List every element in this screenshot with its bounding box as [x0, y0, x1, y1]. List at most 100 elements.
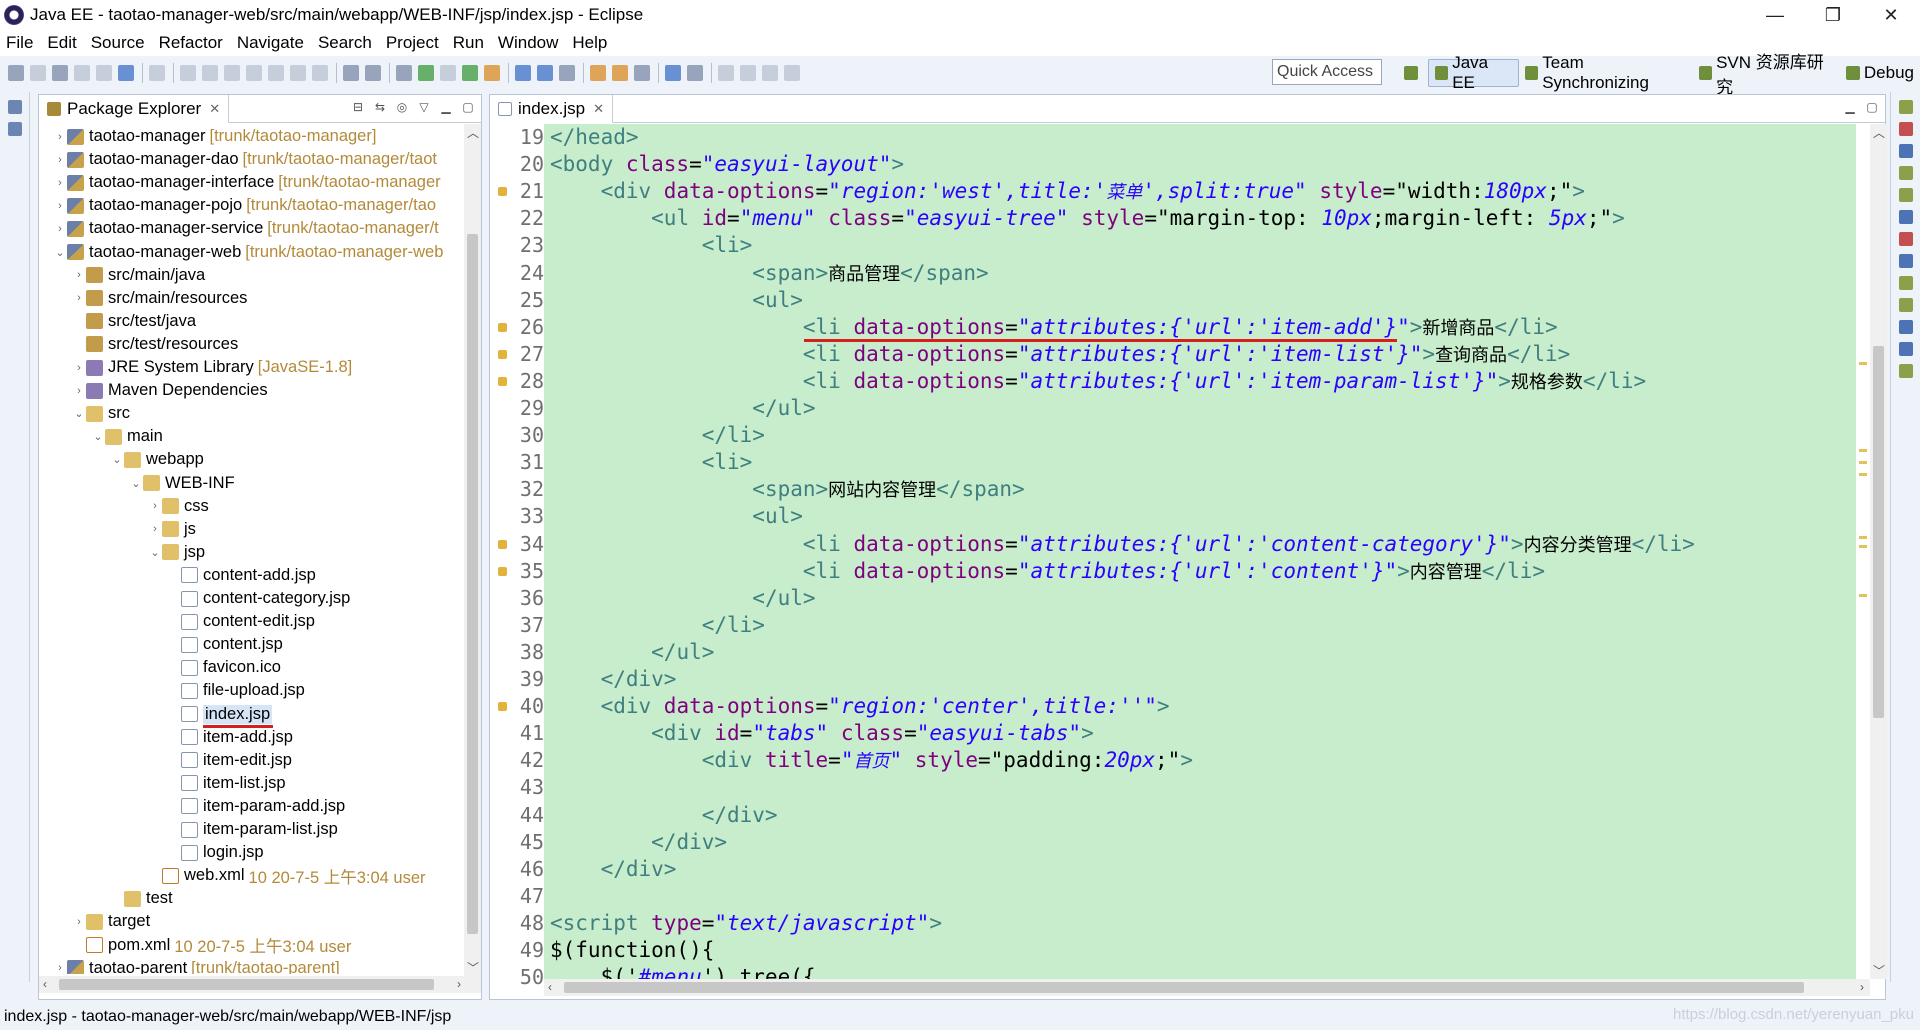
- tree-item[interactable]: › taotao-manager-dao [trunk/taotao-manager…: [53, 148, 437, 171]
- menu-run[interactable]: Run: [453, 33, 484, 53]
- tree-item[interactable]: ⌄ webapp: [110, 448, 203, 471]
- tree-item[interactable]: content-category.jsp: [167, 587, 350, 610]
- refresh-icon[interactable]: [687, 65, 703, 81]
- open-type-icon[interactable]: [590, 65, 606, 81]
- tree-item[interactable]: › taotao-manager-interface [trunk/taotao-m…: [53, 171, 440, 194]
- step-return-icon[interactable]: [312, 65, 328, 81]
- scroll-thumb[interactable]: [564, 982, 1804, 993]
- expand-arrow-icon[interactable]: ›: [53, 177, 67, 189]
- tree-item[interactable]: content-edit.jsp: [167, 610, 315, 633]
- expand-arrow-icon[interactable]: ›: [72, 385, 86, 397]
- markers-view-icon[interactable]: [1898, 122, 1913, 136]
- collapse-arrow-icon[interactable]: ⌄: [91, 430, 105, 443]
- tree-item[interactable]: › JRE System Library [JavaSE-1.8]: [72, 356, 352, 379]
- new-java-project-icon[interactable]: [515, 65, 531, 81]
- close-icon[interactable]: ✕: [209, 101, 220, 117]
- warning-marker[interactable]: [1859, 461, 1867, 464]
- terminate-icon[interactable]: [224, 65, 240, 81]
- suspend-icon[interactable]: [202, 65, 218, 81]
- tree-item[interactable]: ⌄ jsp: [148, 541, 205, 564]
- expand-arrow-icon[interactable]: ›: [148, 500, 162, 512]
- expand-arrow-icon[interactable]: ›: [53, 154, 67, 166]
- perspective-java-ee[interactable]: Java EE: [1428, 53, 1519, 92]
- console-icon[interactable]: [118, 65, 134, 81]
- tree-item[interactable]: › src/main/java: [72, 264, 205, 287]
- scroll-down-icon[interactable]: ﹀: [1873, 962, 1885, 979]
- collapse-arrow-icon[interactable]: ⌄: [129, 477, 143, 490]
- resume-icon[interactable]: [180, 65, 196, 81]
- scroll-down-icon[interactable]: ﹀: [467, 959, 479, 976]
- save-all-icon[interactable]: [96, 65, 112, 81]
- servers-view-icon[interactable]: [1898, 166, 1913, 180]
- next-annotation-icon[interactable]: [718, 65, 734, 81]
- tree-item[interactable]: src/test/java: [72, 310, 196, 333]
- new-class-icon[interactable]: [559, 65, 575, 81]
- warning-icon[interactable]: [498, 349, 507, 359]
- outline-view-icon[interactable]: [7, 122, 22, 136]
- forward-icon[interactable]: [784, 65, 800, 81]
- tree-item[interactable]: › Maven Dependencies: [72, 379, 267, 402]
- warning-icon[interactable]: [498, 566, 507, 576]
- skip-breakpoints-icon[interactable]: [149, 65, 165, 81]
- tree-item[interactable]: item-add.jsp: [167, 726, 293, 749]
- menu-file[interactable]: File: [6, 33, 33, 53]
- snippets-view-icon[interactable]: [1898, 210, 1913, 224]
- new-package-icon[interactable]: [537, 65, 553, 81]
- maximize-view-icon[interactable]: ▢: [1865, 100, 1879, 114]
- menu-source[interactable]: Source: [91, 33, 145, 53]
- warning-marker[interactable]: [1859, 362, 1867, 365]
- progress-view-icon[interactable]: [1898, 276, 1913, 290]
- scroll-thumb[interactable]: [467, 234, 478, 934]
- collapse-all-icon[interactable]: ⊟: [351, 100, 365, 114]
- data-source-icon[interactable]: [1898, 188, 1913, 202]
- warning-icon[interactable]: [498, 187, 507, 197]
- warning-icon[interactable]: [498, 702, 507, 712]
- previous-annotation-icon[interactable]: [740, 65, 756, 81]
- problems-view-icon[interactable]: [1898, 232, 1913, 246]
- console-view-icon[interactable]: [1898, 254, 1913, 268]
- expand-arrow-icon[interactable]: ›: [72, 362, 86, 374]
- tree-horizontal-scrollbar[interactable]: ‹ ›: [39, 976, 481, 993]
- menu-search[interactable]: Search: [318, 33, 372, 53]
- tree-item[interactable]: file-upload.jsp: [167, 679, 305, 702]
- editor-horizontal-scrollbar[interactable]: ‹ ›: [544, 979, 1870, 996]
- tree-item[interactable]: › src/main/resources: [72, 287, 247, 310]
- tab-index-jsp[interactable]: index.jsp ✕: [490, 94, 614, 123]
- warning-icon[interactable]: [498, 376, 507, 386]
- menu-edit[interactable]: Edit: [47, 33, 76, 53]
- tree-item[interactable]: item-list.jsp: [167, 772, 286, 795]
- expand-arrow-icon[interactable]: ›: [53, 200, 67, 212]
- tree-item[interactable]: ⌄ taotao-manager-web [trunk/taotao-manager…: [53, 241, 443, 264]
- scroll-up-icon[interactable]: ︿: [1873, 124, 1885, 141]
- tree-item[interactable]: pom.xml 10 20-7-5 上午3:04 user: [72, 934, 351, 957]
- collapse-arrow-icon[interactable]: ⌄: [148, 546, 162, 559]
- minimize-button[interactable]: —: [1746, 0, 1804, 30]
- scroll-left-icon[interactable]: ‹: [548, 980, 552, 994]
- minimize-view-icon[interactable]: ▁: [439, 100, 453, 114]
- tree-item[interactable]: test: [110, 887, 173, 910]
- expand-arrow-icon[interactable]: ›: [53, 962, 67, 974]
- collapse-arrow-icon[interactable]: ⌄: [110, 453, 124, 466]
- scroll-up-icon[interactable]: ︿: [467, 124, 479, 141]
- save-icon[interactable]: [74, 65, 90, 81]
- tree-item[interactable]: item-param-list.jsp: [167, 818, 338, 841]
- tree-item[interactable]: content.jsp: [167, 633, 283, 656]
- tree-item[interactable]: › target: [72, 910, 150, 933]
- collapse-arrow-icon[interactable]: ⌄: [72, 407, 86, 420]
- globe-icon[interactable]: [665, 65, 681, 81]
- tree-item[interactable]: ⌄ src: [72, 402, 130, 425]
- collapse-arrow-icon[interactable]: ⌄: [53, 246, 67, 259]
- expand-arrow-icon[interactable]: ›: [72, 292, 86, 304]
- search-view-icon[interactable]: [1898, 298, 1913, 312]
- open-perspective-button[interactable]: [1398, 59, 1428, 87]
- open-resource-icon[interactable]: [612, 65, 628, 81]
- server-icon[interactable]: [365, 65, 381, 81]
- debug-icon[interactable]: [396, 65, 412, 81]
- menu-help[interactable]: Help: [572, 33, 607, 53]
- view-menu-icon[interactable]: ▽: [417, 100, 431, 114]
- tree-item[interactable]: content-add.jsp: [167, 564, 316, 587]
- properties-view-icon[interactable]: [1898, 144, 1913, 158]
- maximize-view-icon[interactable]: ▢: [461, 100, 475, 114]
- tree-item[interactable]: item-param-add.jsp: [167, 795, 345, 818]
- scroll-thumb[interactable]: [1873, 346, 1884, 718]
